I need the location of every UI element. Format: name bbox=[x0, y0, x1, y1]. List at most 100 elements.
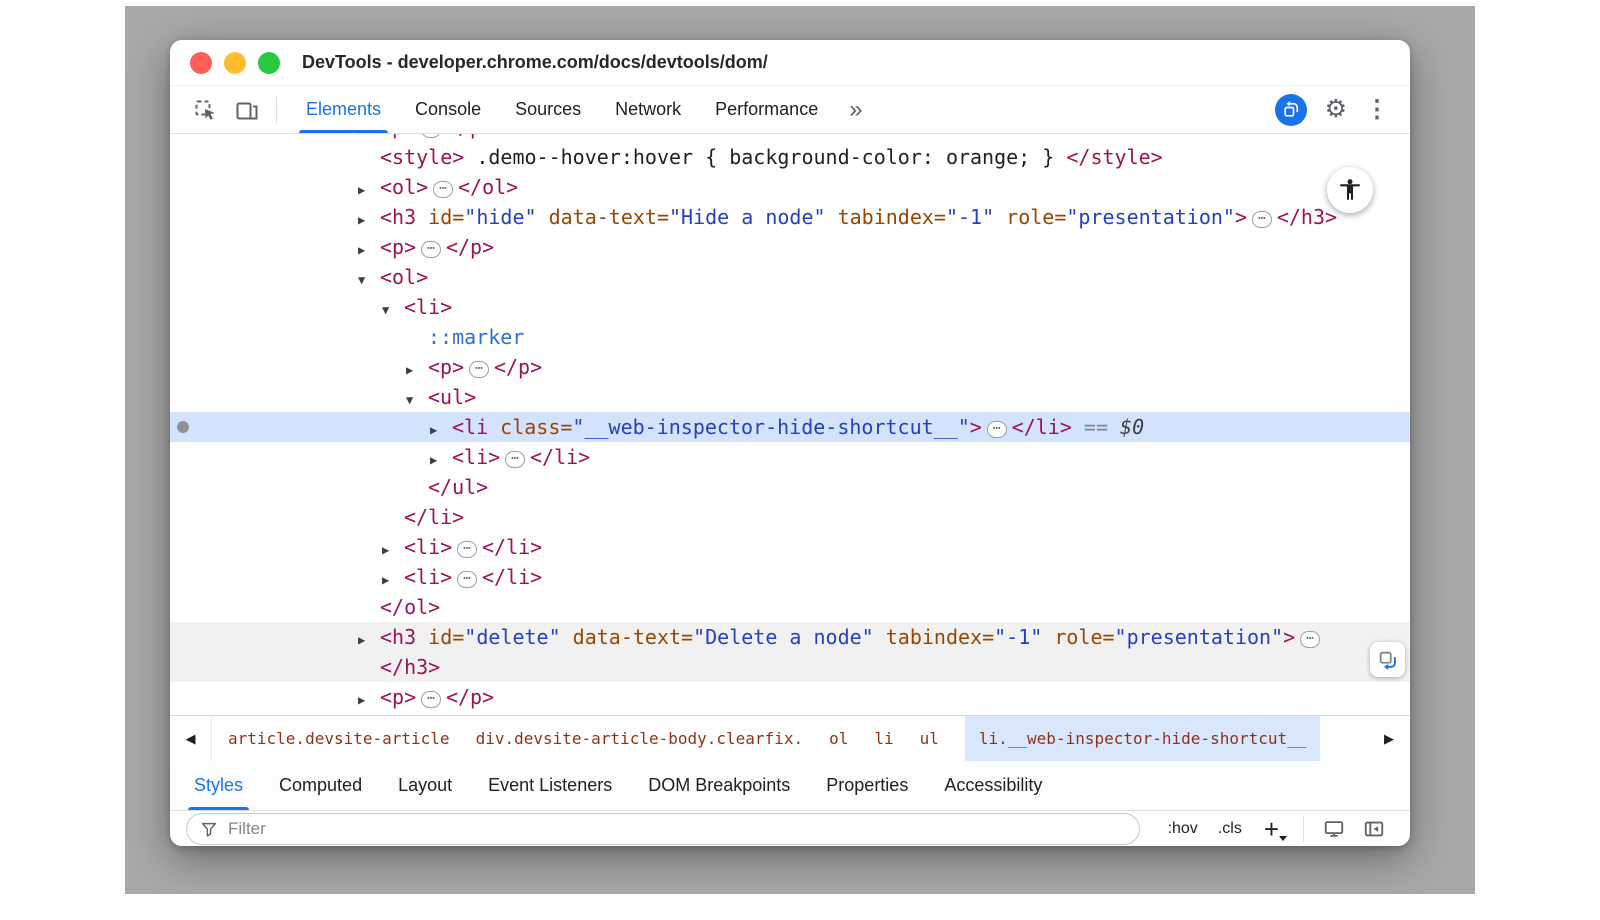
token-attr: tabindex= bbox=[874, 625, 994, 649]
expand-arrow-closed-icon[interactable]: ▶ bbox=[358, 205, 380, 235]
toggle-pseudo-state-button[interactable]: :hov bbox=[1168, 820, 1198, 838]
token-tag: </p> bbox=[446, 235, 494, 259]
dom-tree-row[interactable]: </h3> bbox=[170, 652, 1410, 682]
kebab-menu-icon[interactable]: ⋮ bbox=[1365, 98, 1389, 122]
dom-tree-row[interactable]: </li> bbox=[170, 502, 1410, 532]
accessibility-icon[interactable] bbox=[1327, 167, 1373, 213]
breadcrumb-spacer bbox=[1320, 716, 1368, 761]
inspect-corner-icon[interactable] bbox=[1370, 642, 1405, 677]
breadcrumb-item[interactable]: div.devsite-article-body.clearfix. bbox=[476, 716, 804, 761]
ellipsis-badge[interactable]: ⋯ bbox=[505, 451, 525, 468]
token-val: "hide" bbox=[464, 205, 536, 229]
tab-performance[interactable]: Performance bbox=[698, 86, 835, 133]
tab-network[interactable]: Network bbox=[598, 86, 698, 133]
breadcrumb-left-arrow[interactable]: ◀ bbox=[170, 716, 212, 761]
filter-input[interactable]: Filter bbox=[186, 813, 1140, 845]
expand-arrow-closed-icon[interactable]: ▶ bbox=[382, 565, 404, 595]
expand-arrow-open-icon[interactable]: ▼ bbox=[406, 385, 428, 415]
ellipsis-badge[interactable]: ⋯ bbox=[469, 361, 489, 378]
tab-layout[interactable]: Layout bbox=[380, 761, 470, 810]
dom-tree-row[interactable]: ▶<li class="__web-inspector-hide-shortcu… bbox=[170, 412, 1410, 442]
dom-tree-row[interactable]: ▶<h3 id="delete" data-text="Delete a nod… bbox=[170, 622, 1410, 652]
zoom-window-button[interactable] bbox=[258, 52, 280, 74]
ellipsis-badge[interactable]: ⋯ bbox=[421, 691, 441, 708]
ellipsis-badge[interactable]: ⋯ bbox=[457, 571, 477, 588]
new-style-rule-button[interactable]: + bbox=[1264, 816, 1279, 842]
dom-tree-row[interactable]: ▼<ul> bbox=[170, 382, 1410, 412]
expand-arrow-closed-icon[interactable]: ▶ bbox=[430, 445, 452, 475]
expand-arrow-open-icon[interactable]: ▼ bbox=[382, 295, 404, 325]
ellipsis-badge[interactable]: ⋯ bbox=[1300, 631, 1320, 648]
token-tag: <li> bbox=[404, 295, 452, 319]
inspect-element-icon[interactable] bbox=[193, 98, 217, 122]
close-window-button[interactable] bbox=[190, 52, 212, 74]
window-titlebar: DevTools - developer.chrome.com/docs/dev… bbox=[170, 40, 1410, 86]
ellipsis-badge[interactable]: ⋯ bbox=[987, 421, 1007, 438]
styles-toolbar: Filter :hov .cls + bbox=[170, 811, 1410, 846]
token-tag: <ul> bbox=[428, 385, 476, 409]
expand-arrow-closed-icon[interactable]: ▶ bbox=[430, 415, 452, 445]
more-tabs-icon[interactable]: » bbox=[843, 97, 868, 123]
token-tag: <li> bbox=[404, 535, 452, 559]
breadcrumb-items: article.devsite-article div.devsite-artic… bbox=[212, 716, 1320, 761]
expand-arrow-closed-icon[interactable]: ▶ bbox=[358, 625, 380, 655]
dom-tree-row[interactable]: ▶<p>⋯</p> bbox=[170, 232, 1410, 262]
dom-tree-row[interactable]: ▶<p>⋯</p> bbox=[170, 682, 1410, 712]
toggle-element-class-button[interactable]: .cls bbox=[1218, 820, 1242, 838]
dom-tree-row[interactable]: </ul> bbox=[170, 472, 1410, 502]
token-tag: <h3 bbox=[380, 205, 416, 229]
dom-tree-row[interactable]: ▶<p>⋯</p> bbox=[170, 134, 1410, 142]
tab-sources[interactable]: Sources bbox=[498, 86, 598, 133]
token-tag: > bbox=[970, 415, 982, 439]
breadcrumb-item[interactable]: li bbox=[874, 716, 893, 761]
tab-console[interactable]: Console bbox=[398, 86, 498, 133]
display-icon[interactable] bbox=[1323, 818, 1345, 840]
breadcrumb-item[interactable]: ol bbox=[829, 716, 848, 761]
ellipsis-badge[interactable]: ⋯ bbox=[421, 134, 441, 138]
settings-gear-icon[interactable]: ⚙ bbox=[1325, 97, 1347, 122]
dom-tree-row[interactable]: ▶<li>⋯</li> bbox=[170, 532, 1410, 562]
device-toolbar-icon[interactable] bbox=[235, 98, 259, 122]
expand-arrow-closed-icon[interactable]: ▶ bbox=[406, 355, 428, 385]
dom-tree-row[interactable]: ▶<h3 id="hide" data-text="Hide a node" t… bbox=[170, 202, 1410, 232]
breadcrumb-right-arrow[interactable]: ▶ bbox=[1368, 716, 1410, 761]
dom-tree-row[interactable]: ▶<li>⋯</li> bbox=[170, 562, 1410, 592]
breadcrumb-item[interactable]: li.__web-inspector-hide-shortcut__ bbox=[965, 716, 1321, 761]
replay-square-icon[interactable] bbox=[1275, 94, 1307, 126]
expand-arrow-closed-icon[interactable]: ▶ bbox=[358, 685, 380, 715]
expand-arrow-closed-icon[interactable]: ▶ bbox=[382, 535, 404, 565]
dom-tree-row[interactable]: </ol> bbox=[170, 592, 1410, 622]
computed-sidebar-toggle-icon[interactable] bbox=[1363, 818, 1385, 840]
ellipsis-badge[interactable]: ⋯ bbox=[433, 181, 453, 198]
dom-tree-row[interactable]: ▶<li>⋯</li> bbox=[170, 442, 1410, 472]
ellipsis-badge[interactable]: ⋯ bbox=[421, 241, 441, 258]
ellipsis-badge[interactable]: ⋯ bbox=[457, 541, 477, 558]
tab-styles[interactable]: Styles bbox=[176, 761, 261, 810]
ellipsis-badge[interactable]: ⋯ bbox=[1252, 211, 1272, 228]
token-tag: </ol> bbox=[458, 175, 518, 199]
token-tag: <ol> bbox=[380, 265, 428, 289]
tab-dom-breakpoints[interactable]: DOM Breakpoints bbox=[630, 761, 808, 810]
expand-arrow-closed-icon[interactable]: ▶ bbox=[358, 235, 380, 265]
breadcrumb-item[interactable]: article.devsite-article bbox=[228, 716, 450, 761]
dom-tree-row[interactable]: <style> .demo--hover:hover { background-… bbox=[170, 142, 1410, 172]
expand-arrow-open-icon[interactable]: ▼ bbox=[358, 265, 380, 295]
selected-node-dot bbox=[177, 421, 189, 433]
dom-tree-row[interactable]: ▶<ol>⋯</ol> bbox=[170, 172, 1410, 202]
dom-tree-row[interactable]: ▼<li> bbox=[170, 292, 1410, 322]
dom-tree-row[interactable]: ▶<p>⋯</p> bbox=[170, 352, 1410, 382]
tab-properties[interactable]: Properties bbox=[808, 761, 926, 810]
token-attr: data-text= bbox=[537, 205, 669, 229]
tab-elements[interactable]: Elements bbox=[289, 86, 398, 133]
tab-accessibility[interactable]: Accessibility bbox=[926, 761, 1060, 810]
minimize-window-button[interactable] bbox=[224, 52, 246, 74]
dom-tree-row[interactable]: ::marker bbox=[170, 322, 1410, 352]
expand-arrow-closed-icon[interactable]: ▶ bbox=[358, 175, 380, 205]
dom-tree-row[interactable]: ▼<ol> bbox=[170, 262, 1410, 292]
token-tag: </li> bbox=[404, 505, 464, 529]
tab-computed[interactable]: Computed bbox=[261, 761, 380, 810]
token-tag: </ol> bbox=[380, 595, 440, 619]
tab-event-listeners[interactable]: Event Listeners bbox=[470, 761, 630, 810]
breadcrumb-item[interactable]: ul bbox=[920, 716, 939, 761]
token-attr: tabindex= bbox=[826, 205, 946, 229]
